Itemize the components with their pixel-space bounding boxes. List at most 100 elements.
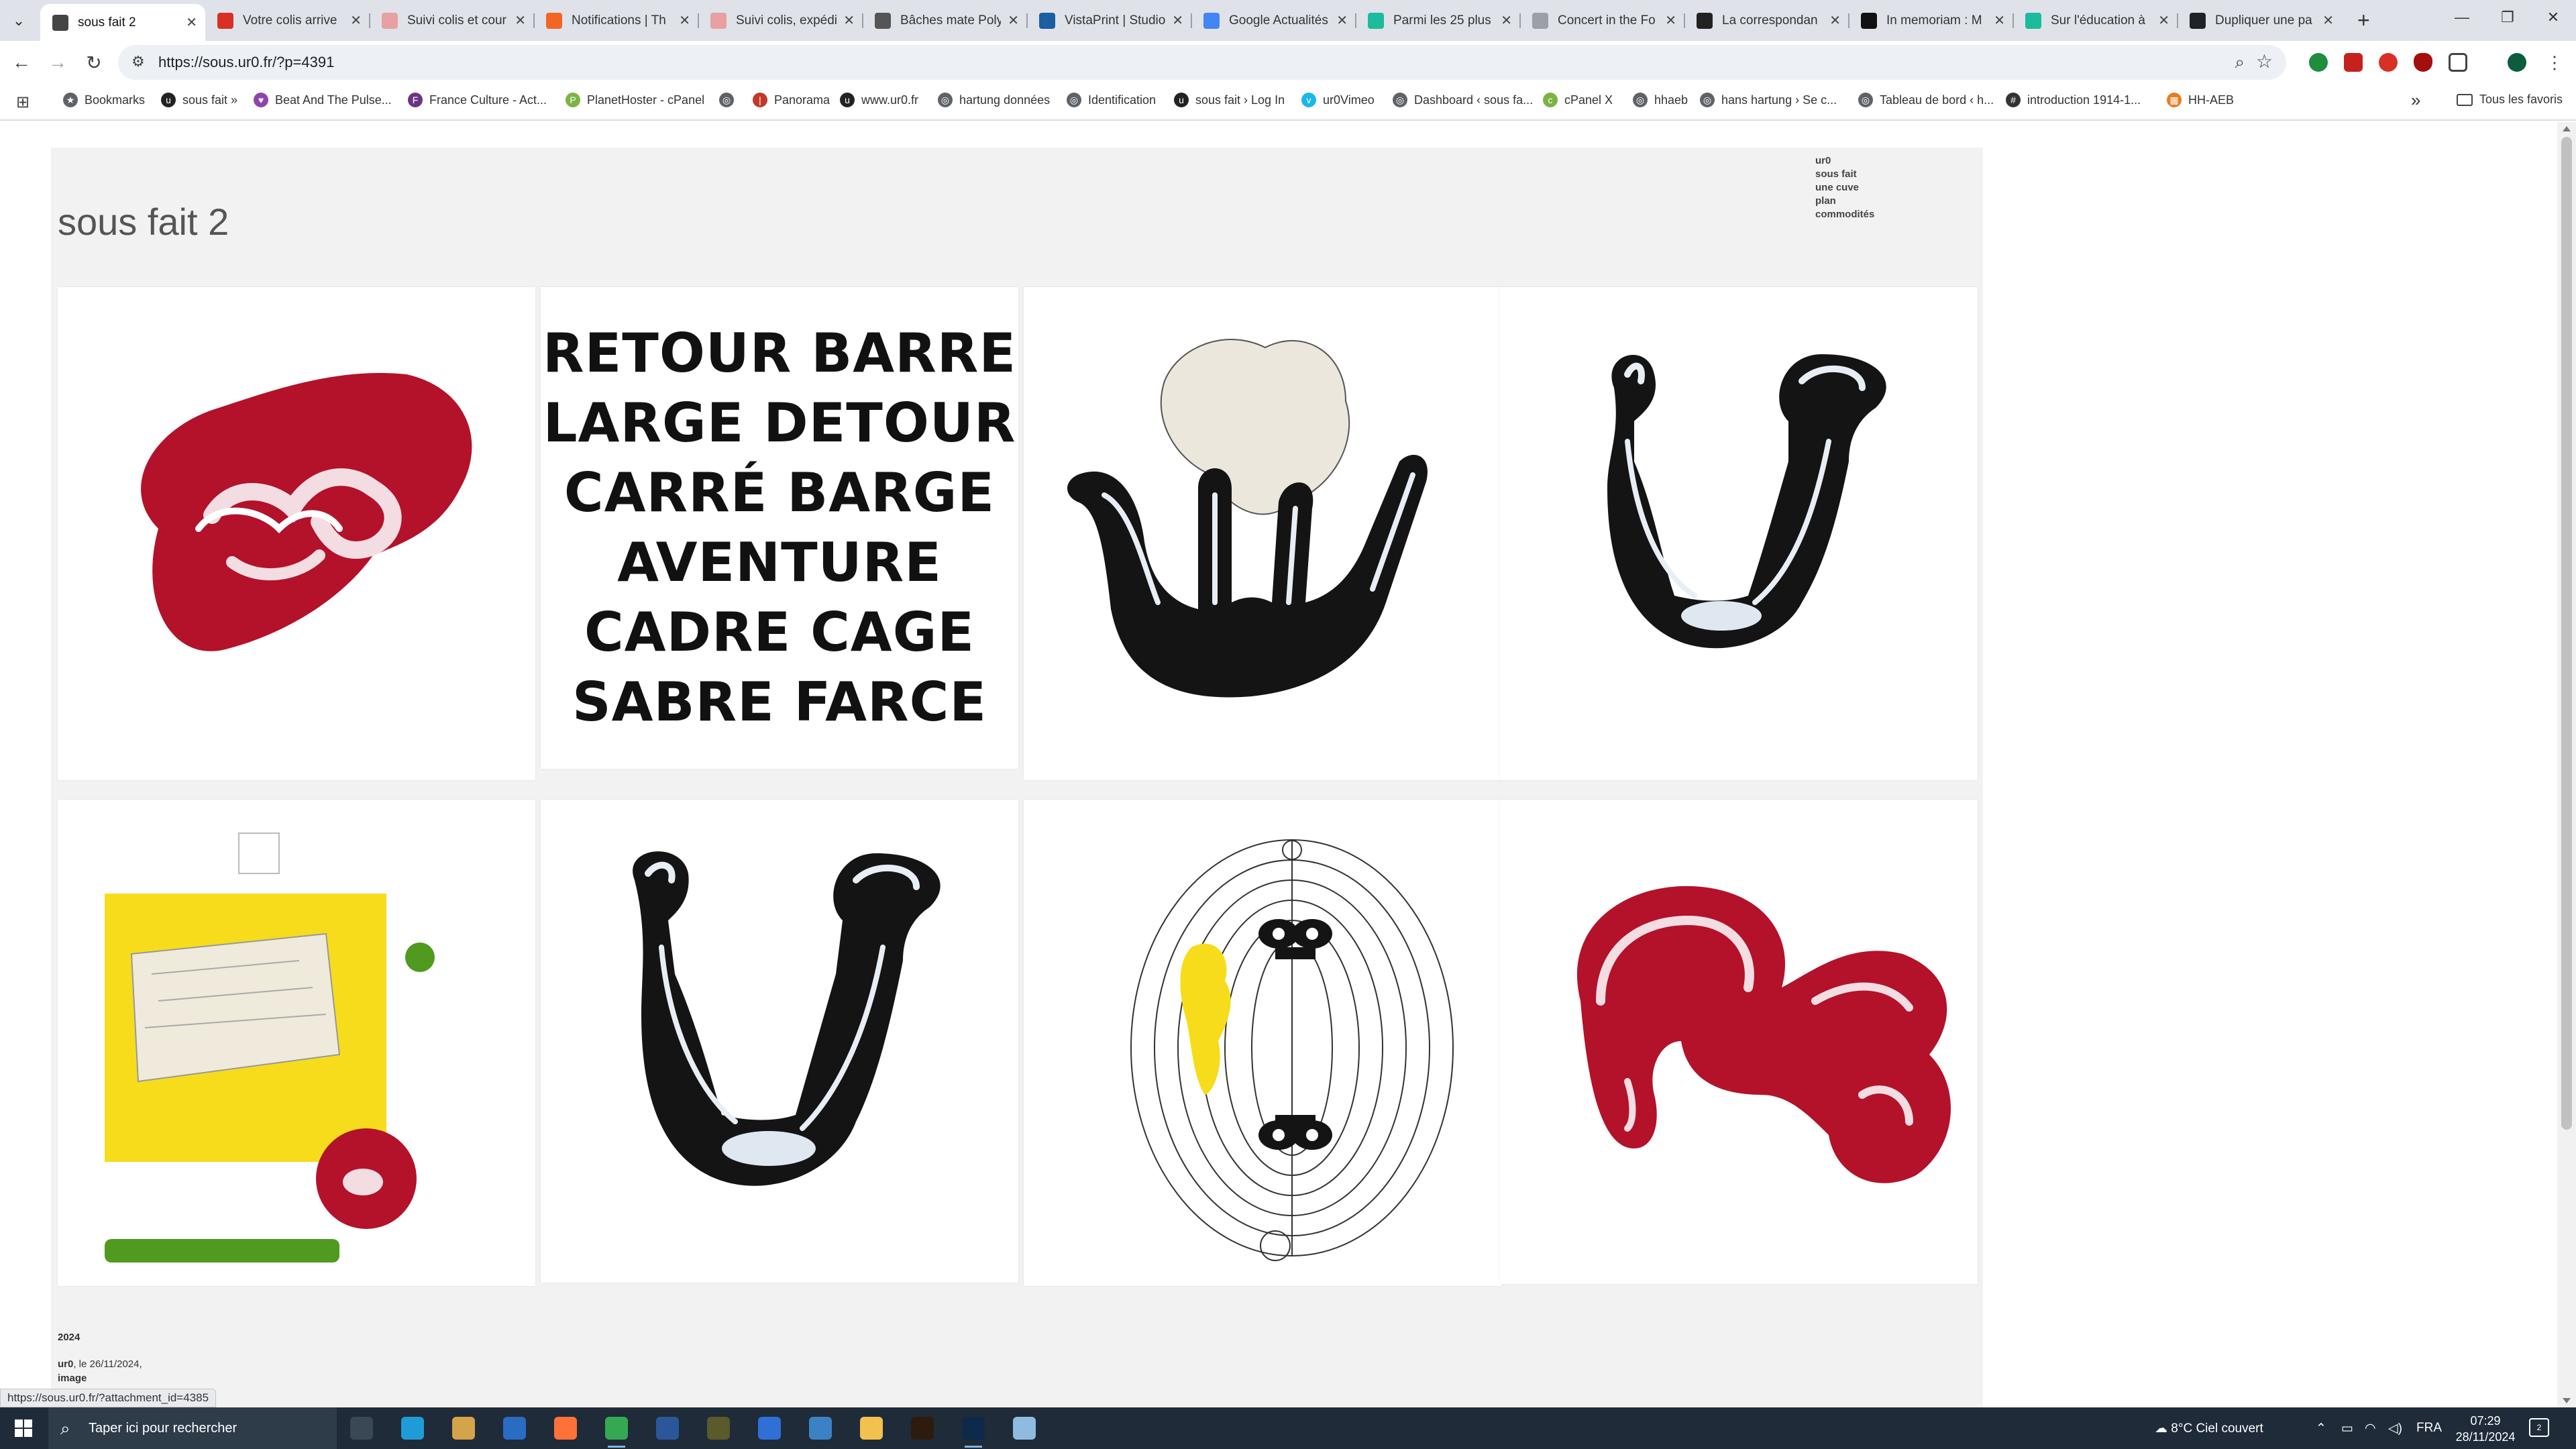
tab-11[interactable]: La correspondan ✕: [1684, 5, 1849, 36]
tab-13[interactable]: Sur l'éducation à ✕: [2013, 5, 2178, 36]
extensions-puzzle-icon[interactable]: [2449, 53, 2467, 72]
tab-close-icon[interactable]: ✕: [1172, 12, 1183, 29]
tab-8[interactable]: Google Actualités ✕: [1191, 5, 1356, 36]
extension-acrobat-icon[interactable]: [2344, 53, 2363, 72]
tab-6[interactable]: Bâches mate Poly ✕: [863, 5, 1027, 36]
bookmark-item[interactable]: ◎ hhaeb: [1633, 93, 1688, 107]
address-url[interactable]: https://sous.ur0.fr/?p=4391: [158, 54, 334, 71]
edge-icon[interactable]: [401, 1417, 424, 1440]
forward-arrow-icon[interactable]: →: [43, 48, 72, 77]
tab-close-icon[interactable]: ✕: [679, 12, 690, 29]
all-bookmarks-button[interactable]: Tous les favoris: [2457, 93, 2563, 107]
artwork-red-curl[interactable]: [1500, 800, 1978, 1284]
bookmark-item[interactable]: v ur0Vimeo: [1301, 93, 1375, 107]
tab-close-icon[interactable]: ✕: [2322, 12, 2334, 29]
close-window-icon[interactable]: ✕: [2533, 4, 2573, 31]
tab-close-icon[interactable]: ✕: [1829, 12, 1841, 29]
weather-widget[interactable]: ☁ 8°C Ciel couvert: [2155, 1421, 2263, 1436]
bookmark-item[interactable]: F France Culture - Act...: [408, 93, 547, 107]
menu-item-plan[interactable]: plan: [1815, 195, 1874, 208]
tab-2[interactable]: Votre colis arrive ✕: [205, 5, 370, 36]
bookmark-item[interactable]: ◎ Dashboard ‹ sous fa...: [1393, 93, 1533, 107]
bookmark-item[interactable]: u sous fait »: [161, 93, 237, 107]
site-info-icon[interactable]: ⚙: [131, 53, 145, 70]
extension-green-icon[interactable]: [2309, 53, 2328, 72]
menu-item-une-cuve[interactable]: une cuve: [1815, 181, 1874, 195]
extension-shield-icon[interactable]: [2414, 53, 2432, 72]
photoshop-icon[interactable]: [962, 1417, 985, 1448]
extension-red-icon[interactable]: [2379, 53, 2398, 72]
tab-search-chevron-icon[interactable]: ⌄: [5, 8, 32, 34]
bookmark-item[interactable]: ◎ hans hartung › Se c...: [1700, 93, 1837, 107]
artwork-word-poem[interactable]: RETOUR BARRE LARGE DETOUR CARRÉ BARGE AV…: [541, 287, 1018, 769]
tab-10[interactable]: Concert in the Fo ✕: [1520, 5, 1684, 36]
outlook-icon[interactable]: [503, 1417, 526, 1440]
notepad-icon[interactable]: [1013, 1417, 1036, 1440]
task-view-icon[interactable]: [350, 1417, 373, 1440]
minimize-icon[interactable]: —: [2442, 4, 2482, 31]
file-explorer-icon[interactable]: [860, 1417, 883, 1440]
tab-close-icon[interactable]: ✕: [1501, 12, 1512, 29]
artwork-black-trident[interactable]: [1500, 287, 1978, 780]
bookmark-item[interactable]: ◎: [719, 93, 741, 107]
tab-4[interactable]: Notifications | Th ✕: [534, 5, 698, 36]
bookmarks-overflow-icon[interactable]: »: [2411, 90, 2420, 111]
bookmark-item[interactable]: ◎ Tableau de bord ‹ h...: [1858, 93, 1994, 107]
tab-close-icon[interactable]: ✕: [350, 12, 362, 29]
post-author-link[interactable]: ur0: [58, 1358, 73, 1370]
bookmark-item[interactable]: ◎ hartung données: [938, 93, 1050, 107]
windows-start-icon[interactable]: [15, 1419, 32, 1437]
address-bar[interactable]: ⚙ https://sous.ur0.fr/?p=4391 ⌕ ☆: [118, 45, 2286, 80]
zoom-icon[interactable]: ⌕: [2235, 52, 2245, 73]
thunderbird-icon[interactable]: [758, 1417, 781, 1440]
tab-close-icon[interactable]: ✕: [515, 12, 526, 29]
tab-5[interactable]: Suivi colis, expédi ✕: [698, 5, 863, 36]
reload-icon[interactable]: ↻: [79, 48, 109, 77]
tab-close-icon[interactable]: ✕: [1994, 12, 2005, 29]
tray-chevron-icon[interactable]: ⌃: [2316, 1421, 2326, 1436]
bookmark-item[interactable]: u www.ur0.fr: [840, 93, 918, 107]
word-icon[interactable]: [656, 1417, 679, 1440]
daz-studio-icon[interactable]: [707, 1417, 730, 1440]
apps-grid-icon[interactable]: ⊞: [16, 93, 30, 112]
firefox-icon[interactable]: [554, 1417, 577, 1440]
menu-item-ur0[interactable]: ur0: [1815, 154, 1874, 168]
tab-close-icon[interactable]: ✕: [1336, 12, 1348, 29]
chrome-icon[interactable]: [605, 1417, 628, 1448]
tab-close-icon[interactable]: ✕: [186, 14, 197, 31]
bridge-icon[interactable]: [911, 1417, 934, 1440]
tab-7[interactable]: VistaPrint | Studio ✕: [1027, 5, 1191, 36]
artwork-red-loop[interactable]: [58, 287, 535, 780]
bookmark-item[interactable]: | Panorama: [753, 93, 830, 107]
bookmark-item[interactable]: ★ Bookmarks: [63, 93, 145, 107]
menu-item-sous-fait[interactable]: sous fait: [1815, 168, 1874, 181]
tab-close-icon[interactable]: ✕: [2158, 12, 2169, 29]
notification-center-icon[interactable]: 2: [2529, 1418, 2549, 1437]
tab-9[interactable]: Parmi les 25 plus ✕: [1356, 5, 1520, 36]
bookmark-item[interactable]: ◎ Identification: [1067, 93, 1156, 107]
bookmark-star-icon[interactable]: ☆: [2256, 50, 2273, 72]
tab-1[interactable]: sous fait 2 ✕: [40, 4, 205, 41]
restore-icon[interactable]: ❐: [2487, 4, 2528, 31]
bookmark-item[interactable]: c cPanel X: [1543, 93, 1613, 107]
menu-item-commodites[interactable]: commodités: [1815, 208, 1874, 221]
artwork-yellow-collage[interactable]: [58, 800, 535, 1286]
page-scrollbar[interactable]: [2557, 122, 2576, 1407]
bookmark-item[interactable]: # introduction 1914-1...: [2006, 93, 2141, 107]
taskbar-search-box[interactable]: ⌕ Taper ici pour rechercher: [48, 1407, 337, 1449]
bookmark-item[interactable]: u sous fait › Log In: [1174, 93, 1285, 107]
site-title[interactable]: sous fait 2: [58, 200, 229, 244]
tab-14[interactable]: Dupliquer une pa ✕: [2178, 5, 2342, 36]
scroll-down-icon[interactable]: [2563, 1398, 2571, 1403]
tab-close-icon[interactable]: ✕: [843, 12, 855, 29]
artwork-black-trident-2[interactable]: [541, 800, 1018, 1283]
scroll-up-icon[interactable]: [2563, 126, 2571, 131]
store-icon[interactable]: [809, 1417, 832, 1440]
chrome-menu-icon[interactable]: ⋮: [2540, 48, 2569, 77]
tab-close-icon[interactable]: ✕: [1665, 12, 1676, 29]
volume-icon[interactable]: ◁): [2388, 1421, 2402, 1436]
language-indicator[interactable]: FRA: [2416, 1421, 2442, 1436]
tray-device-icon[interactable]: ▭: [2341, 1421, 2353, 1436]
artwork-line-drawing[interactable]: [1024, 800, 1501, 1286]
tab-12[interactable]: In memoriam : M ✕: [1849, 5, 2013, 36]
